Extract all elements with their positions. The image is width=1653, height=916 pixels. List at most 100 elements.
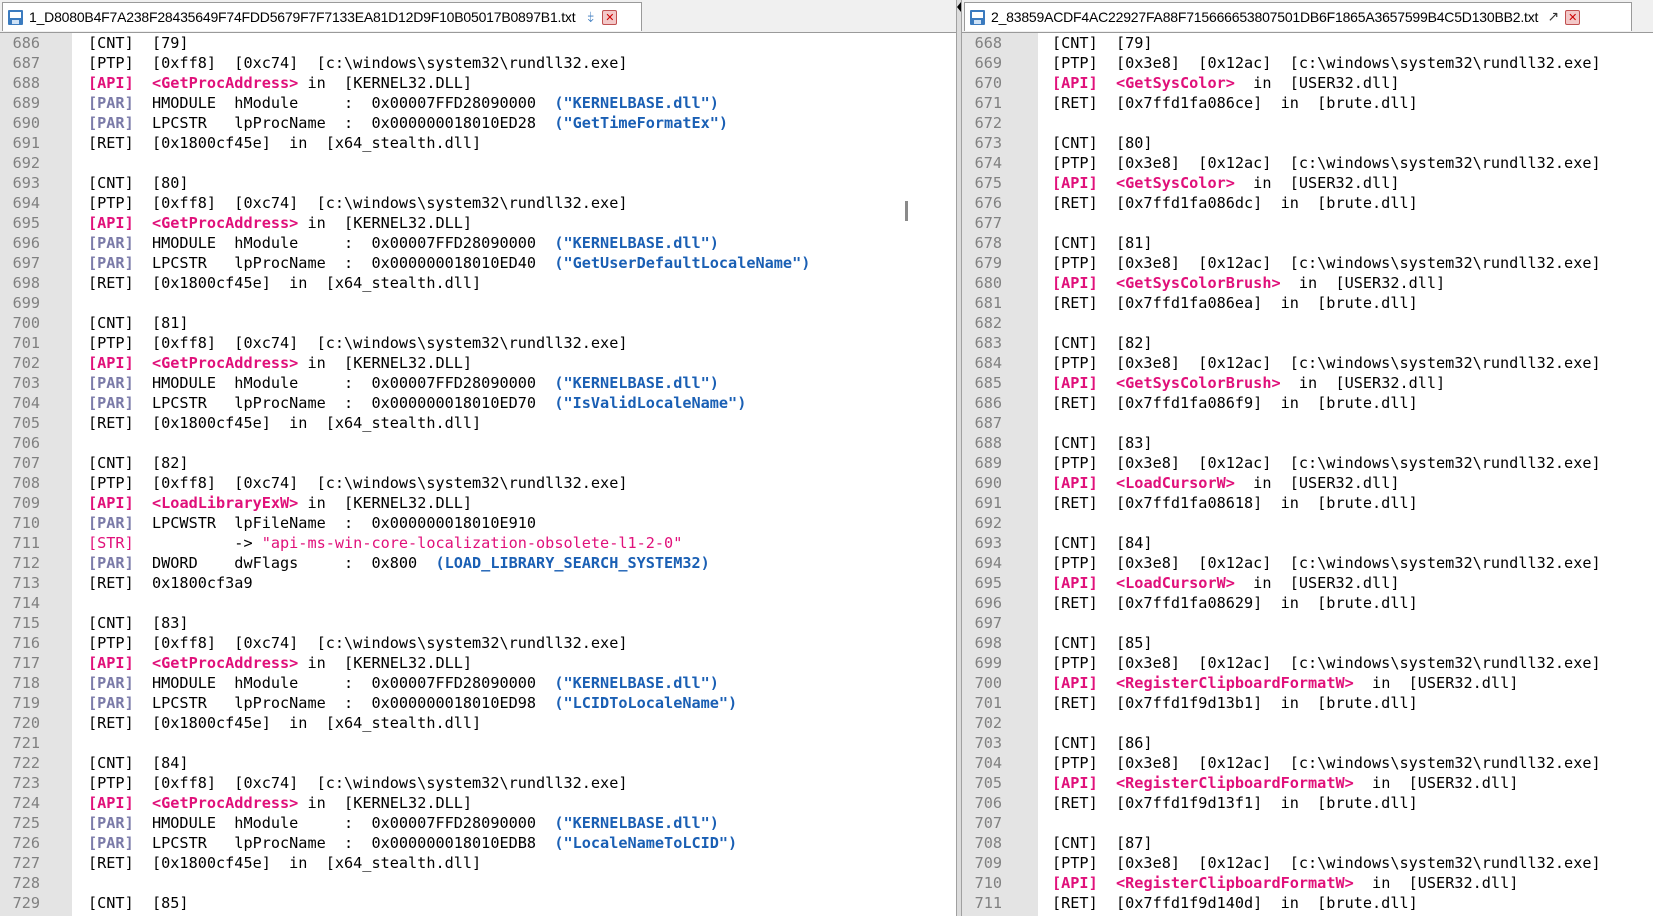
code-line[interactable]: 698 [RET] [0x1800cf45e] in [x64_stealth.d… [0, 273, 956, 293]
code-line[interactable]: 707 [CNT] [82] [0, 453, 956, 473]
code-line[interactable]: 708 [PTP] [0xff8] [0xc74] [c:\windows\sys… [0, 473, 956, 493]
code-line[interactable]: 703 [PAR] HMODULE hModule : 0x00007FFD280… [0, 373, 956, 393]
code-line[interactable]: 724 [API] <GetProcAddress> in [KERNEL32.D… [0, 793, 956, 813]
code-line[interactable]: 704 [PAR] LPCSTR lpProcName : 0x000000018… [0, 393, 956, 413]
code-line[interactable]: 677 [962, 213, 1653, 233]
pin-icon[interactable]: ⤈ [582, 9, 598, 25]
code-line[interactable]: 710 [PAR] LPCWSTR lpFileName : 0x00000001… [0, 513, 956, 533]
code-line[interactable]: 727 [RET] [0x1800cf45e] in [x64_stealth.d… [0, 853, 956, 873]
code-line[interactable]: 696 [PAR] HMODULE hModule : 0x00007FFD280… [0, 233, 956, 253]
code-line[interactable]: 715 [CNT] [83] [0, 613, 956, 633]
right-editor[interactable]: 668 [CNT] [79] 669 [PTP] [0x3e8] [0x12ac] [… [962, 33, 1653, 916]
line-content: [CNT] [83] [88, 613, 189, 633]
code-line[interactable]: 714 [0, 593, 956, 613]
code-line[interactable]: 723 [PTP] [0xff8] [0xc74] [c:\windows\sys… [0, 773, 956, 793]
code-line[interactable]: 700 [CNT] [81] [0, 313, 956, 333]
code-line[interactable]: 729 [CNT] [85] [0, 893, 956, 913]
code-line[interactable]: 686 [RET] [0x7ffd1fa086f9] in [brute.dll] [962, 393, 1653, 413]
close-icon[interactable]: ✕ [602, 9, 618, 25]
code-line[interactable]: 684 [PTP] [0x3e8] [0x12ac] [c:\windows\sy… [962, 353, 1653, 373]
left-scrollbar-thumb[interactable] [905, 201, 908, 221]
code-line[interactable]: 716 [PTP] [0xff8] [0xc74] [c:\windows\sys… [0, 633, 956, 653]
code-line[interactable]: 695 [API] <LoadCursorW> in [USER32.dll] [962, 573, 1653, 593]
code-line[interactable]: 704 [PTP] [0x3e8] [0x12ac] [c:\windows\sy… [962, 753, 1653, 773]
code-line[interactable]: 696 [RET] [0x7ffd1fa08629] in [brute.dll] [962, 593, 1653, 613]
code-line[interactable]: 673 [CNT] [80] [962, 133, 1653, 153]
code-line[interactable]: 710 [API] <RegisterClipboardFormatW> in [… [962, 873, 1653, 893]
code-line[interactable]: 693 [CNT] [84] [962, 533, 1653, 553]
code-line[interactable]: 701 [PTP] [0xff8] [0xc74] [c:\windows\sys… [0, 333, 956, 353]
code-line[interactable]: 671 [RET] [0x7ffd1fa086ce] in [brute.dll] [962, 93, 1653, 113]
code-line[interactable]: 697 [962, 613, 1653, 633]
right-file-tab[interactable]: 2_83859ACDF4AC22927FA88F715666653807501D… [964, 2, 1632, 31]
code-line[interactable]: 680 [API] <GetSysColorBrush> in [USER32.d… [962, 273, 1653, 293]
code-line[interactable]: 692 [962, 513, 1653, 533]
code-line[interactable]: 711 [STR] -> "api-ms-win-core-localizatio… [0, 533, 956, 553]
code-line[interactable]: 672 [962, 113, 1653, 133]
code-line[interactable]: 728 [0, 873, 956, 893]
code-line[interactable]: 722 [CNT] [84] [0, 753, 956, 773]
code-line[interactable]: 687 [962, 413, 1653, 433]
code-line[interactable]: 683 [CNT] [82] [962, 333, 1653, 353]
code-line[interactable]: 691 [RET] [0x1800cf45e] in [x64_stealth.d… [0, 133, 956, 153]
code-line[interactable]: 681 [RET] [0x7ffd1fa086ea] in [brute.dll] [962, 293, 1653, 313]
code-line[interactable]: 720 [RET] [0x1800cf45e] in [x64_stealth.d… [0, 713, 956, 733]
code-line[interactable]: 698 [CNT] [85] [962, 633, 1653, 653]
code-line[interactable]: 686 [CNT] [79] [0, 33, 956, 53]
code-line[interactable]: 705 [API] <RegisterClipboardFormatW> in [… [962, 773, 1653, 793]
code-line[interactable]: 694 [PTP] [0xff8] [0xc74] [c:\windows\sys… [0, 193, 956, 213]
code-line[interactable]: 709 [PTP] [0x3e8] [0x12ac] [c:\windows\sy… [962, 853, 1653, 873]
code-line[interactable]: 717 [API] <GetProcAddress> in [KERNEL32.D… [0, 653, 956, 673]
code-line[interactable]: 719 [PAR] LPCSTR lpProcName : 0x000000018… [0, 693, 956, 713]
code-line[interactable]: 705 [RET] [0x1800cf45e] in [x64_stealth.d… [0, 413, 956, 433]
code-line[interactable]: 689 [PAR] HMODULE hModule : 0x00007FFD280… [0, 93, 956, 113]
code-line[interactable]: 700 [API] <RegisterClipboardFormatW> in [… [962, 673, 1653, 693]
code-line[interactable]: 706 [RET] [0x7ffd1f9d13f1] in [brute.dll] [962, 793, 1653, 813]
code-line[interactable]: 675 [API] <GetSysColor> in [USER32.dll] [962, 173, 1653, 193]
code-line[interactable]: 708 [CNT] [87] [962, 833, 1653, 853]
code-line[interactable]: 670 [API] <GetSysColor> in [USER32.dll] [962, 73, 1653, 93]
code-line[interactable]: 685 [API] <GetSysColorBrush> in [USER32.d… [962, 373, 1653, 393]
left-editor[interactable]: 686 [CNT] [79] 687 [PTP] [0xff8] [0xc74] [c… [0, 33, 956, 916]
code-line[interactable]: 668 [CNT] [79] [962, 33, 1653, 53]
code-line[interactable]: 688 [API] <GetProcAddress> in [KERNEL32.D… [0, 73, 956, 93]
code-line[interactable]: 690 [PAR] LPCSTR lpProcName : 0x000000018… [0, 113, 956, 133]
left-vertical-scrollbar[interactable] [898, 33, 916, 916]
code-line[interactable]: 688 [CNT] [83] [962, 433, 1653, 453]
code-line[interactable]: 692 [0, 153, 956, 173]
code-line[interactable]: 693 [CNT] [80] [0, 173, 956, 193]
code-line[interactable]: 689 [PTP] [0x3e8] [0x12ac] [c:\windows\sy… [962, 453, 1653, 473]
code-line[interactable]: 713 [RET] 0x1800cf3a9 [0, 573, 956, 593]
code-line[interactable]: 699 [0, 293, 956, 313]
code-line[interactable]: 682 [962, 313, 1653, 333]
code-line[interactable]: 690 [API] <LoadCursorW> in [USER32.dll] [962, 473, 1653, 493]
code-line[interactable]: 718 [PAR] HMODULE hModule : 0x00007FFD280… [0, 673, 956, 693]
code-line[interactable]: 695 [API] <GetProcAddress> in [KERNEL32.D… [0, 213, 956, 233]
code-line[interactable]: 703 [CNT] [86] [962, 733, 1653, 753]
code-line[interactable]: 679 [PTP] [0x3e8] [0x12ac] [c:\windows\sy… [962, 253, 1653, 273]
code-line[interactable]: 707 [962, 813, 1653, 833]
code-line[interactable]: 702 [API] <GetProcAddress> in [KERNEL32.D… [0, 353, 956, 373]
code-line[interactable]: 701 [RET] [0x7ffd1f9d13b1] in [brute.dll] [962, 693, 1653, 713]
code-line[interactable]: 702 [962, 713, 1653, 733]
code-line[interactable]: 687 [PTP] [0xff8] [0xc74] [c:\windows\sys… [0, 53, 956, 73]
close-icon[interactable]: ✕ [1565, 9, 1581, 25]
code-line[interactable]: 726 [PAR] LPCSTR lpProcName : 0x000000018… [0, 833, 956, 853]
code-line[interactable]: 676 [RET] [0x7ffd1fa086dc] in [brute.dll] [962, 193, 1653, 213]
code-line[interactable]: 725 [PAR] HMODULE hModule : 0x00007FFD280… [0, 813, 956, 833]
code-line[interactable]: 691 [RET] [0x7ffd1fa08618] in [brute.dll] [962, 493, 1653, 513]
code-text: [RET] [0x1800cf45e] in [x64_stealth.dll] [88, 134, 482, 152]
code-line[interactable]: 678 [CNT] [81] [962, 233, 1653, 253]
code-line[interactable]: 709 [API] <LoadLibraryExW> in [KERNEL32.D… [0, 493, 956, 513]
code-line[interactable]: 697 [PAR] LPCSTR lpProcName : 0x000000018… [0, 253, 956, 273]
pin-icon[interactable]: ↗ [1545, 9, 1561, 25]
code-line[interactable]: 699 [PTP] [0x3e8] [0x12ac] [c:\windows\sy… [962, 653, 1653, 673]
code-line[interactable]: 674 [PTP] [0x3e8] [0x12ac] [c:\windows\sy… [962, 153, 1653, 173]
code-line[interactable]: 711 [RET] [0x7ffd1f9d140d] in [brute.dll] [962, 893, 1653, 913]
code-line[interactable]: 721 [0, 733, 956, 753]
code-line[interactable]: 669 [PTP] [0x3e8] [0x12ac] [c:\windows\sy… [962, 53, 1653, 73]
code-line[interactable]: 706 [0, 433, 956, 453]
code-line[interactable]: 712 [PAR] DWORD dwFlags : 0x800 (LOAD_LIB… [0, 553, 956, 573]
left-file-tab[interactable]: 1_D8080B4F7A238F28435649F74FDD5679F7F713… [2, 2, 642, 31]
code-line[interactable]: 694 [PTP] [0x3e8] [0x12ac] [c:\windows\sy… [962, 553, 1653, 573]
